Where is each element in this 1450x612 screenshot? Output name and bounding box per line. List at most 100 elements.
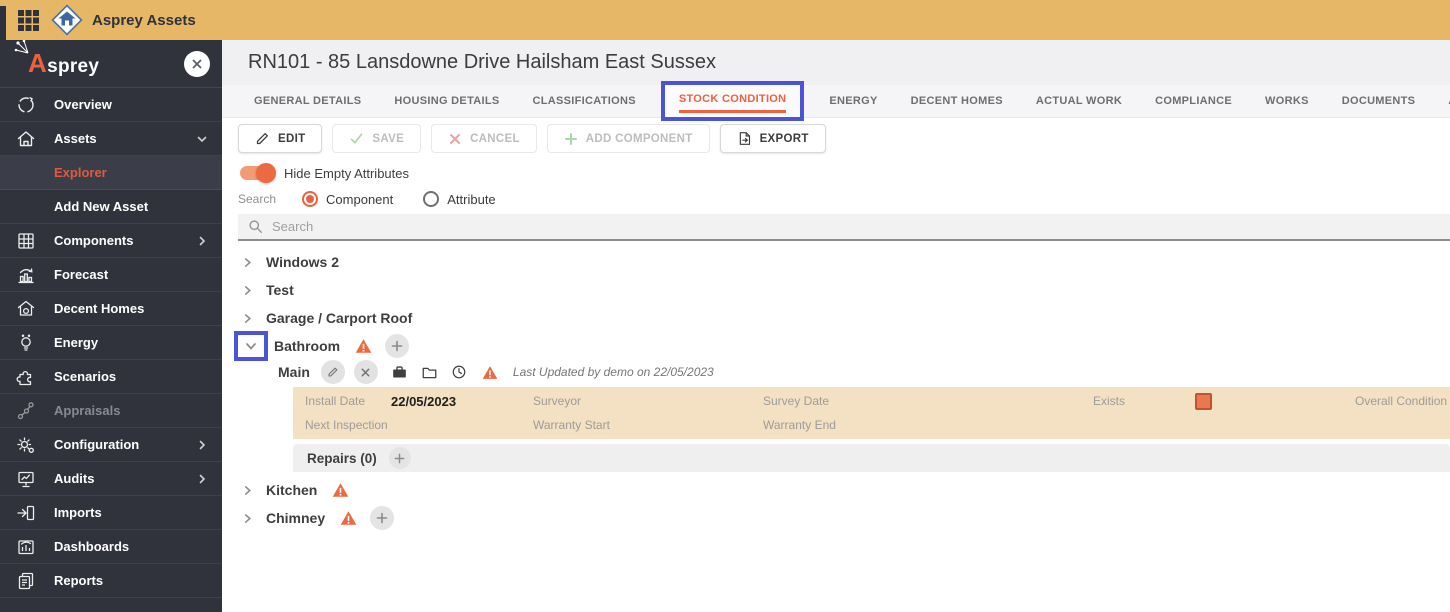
- component-radio[interactable]: [302, 191, 319, 207]
- tab-actual-work[interactable]: ACTUAL WORK: [1036, 95, 1122, 107]
- sidebar-item-configuration[interactable]: Configuration: [0, 428, 222, 462]
- sidebar-item-energy[interactable]: Energy: [0, 326, 222, 360]
- attr-surveyor: Surveyor: [533, 394, 763, 408]
- bathroom-detail: Main Last Updated by demo on 22/05/2023 …: [278, 360, 1450, 472]
- sidebar-item-reports[interactable]: Reports: [0, 564, 222, 598]
- tab-works[interactable]: WORKS: [1265, 95, 1309, 107]
- search-caption: Search: [238, 192, 277, 206]
- bathroom-main-entry-row: Main Last Updated by demo on 22/05/2023: [278, 360, 1450, 384]
- chevron-right-icon[interactable]: [240, 513, 254, 524]
- topbar-edge-strip: [0, 6, 6, 40]
- sidebar-header: Asprey: [0, 39, 222, 88]
- attr-label: Install Date: [305, 394, 366, 408]
- attr-label: Survey Date: [763, 394, 830, 408]
- add-repair-button[interactable]: [388, 447, 411, 469]
- tab-decent-homes[interactable]: DECENT HOMES: [911, 95, 1003, 107]
- attr-warranty-end: Warranty End: [763, 418, 1093, 432]
- sidebar-item-components[interactable]: Components: [0, 224, 222, 258]
- sidebar-item-label: Assets: [54, 131, 97, 146]
- app-grid-icon[interactable]: [16, 8, 40, 32]
- add-component-button-label: ADD COMPONENT: [585, 132, 693, 145]
- chevron-right-icon[interactable]: [240, 257, 254, 268]
- chevron-right-icon[interactable]: [240, 485, 254, 496]
- tab-compliance[interactable]: COMPLIANCE: [1155, 95, 1232, 107]
- sidebar-item-audits[interactable]: Audits: [0, 462, 222, 496]
- tab-general-details[interactable]: GENERAL DETAILS: [254, 95, 361, 107]
- tab-energy[interactable]: ENERGY: [829, 95, 877, 107]
- chevron-down-icon[interactable]: [244, 340, 258, 352]
- clock-icon[interactable]: [451, 364, 467, 380]
- sidebar-item-scenarios[interactable]: Scenarios: [0, 360, 222, 394]
- search-box: [238, 214, 1450, 241]
- tree-row-chimney[interactable]: Chimney: [240, 504, 1450, 532]
- search-input[interactable]: [272, 219, 1450, 234]
- hide-empty-attributes-toggle[interactable]: [240, 163, 276, 183]
- top-app-bar: Asprey Assets: [0, 0, 1450, 40]
- sidebar-item-label: Appraisals: [54, 403, 121, 418]
- asprey-logo: Asprey: [14, 39, 99, 79]
- attr-label: Next Inspection: [305, 418, 388, 432]
- warning-icon: [332, 482, 349, 498]
- asprey-home-logo-icon[interactable]: [48, 1, 86, 39]
- reports-icon: [14, 570, 38, 592]
- add-component-button[interactable]: ADD COMPONENT: [546, 124, 710, 153]
- save-button[interactable]: SAVE: [332, 124, 422, 153]
- attribute-radio[interactable]: [423, 191, 440, 207]
- page-title: RN101 - 85 Lansdowne Drive Hailsham East…: [248, 51, 716, 73]
- tree-row-garage-carport-roof[interactable]: Garage / Carport Roof: [240, 304, 1450, 332]
- sidebar-item-forecast[interactable]: Forecast: [0, 258, 222, 292]
- sidebar-item-label: Forecast: [54, 267, 109, 282]
- sidebar-item-appraisals[interactable]: Appraisals: [0, 394, 222, 428]
- scenarios-icon: [14, 366, 38, 388]
- tab-classifications[interactable]: CLASSIFICATIONS: [533, 95, 636, 107]
- exists-checkbox[interactable]: [1195, 392, 1212, 410]
- tree-row-test[interactable]: Test: [240, 276, 1450, 304]
- export-icon: [737, 131, 752, 146]
- edit-entry-button[interactable]: [320, 360, 345, 384]
- cancel-button[interactable]: CANCEL: [431, 124, 537, 153]
- sidebar-item-label: Reports: [54, 573, 104, 588]
- last-updated-text: Last Updated by demo on 22/05/2023: [512, 365, 714, 379]
- hide-empty-attributes-row: Hide Empty Attributes: [240, 163, 1450, 183]
- add-entry-button[interactable]: [370, 506, 395, 530]
- component-name: Test: [266, 282, 294, 298]
- cancel-button-label: CANCEL: [470, 132, 520, 145]
- overview-icon: [14, 94, 38, 116]
- component-tree: Windows 2 Test Garage / Carport Roof Bat…: [222, 248, 1450, 532]
- folder-icon[interactable]: [421, 365, 438, 380]
- annotation-box-bathroom-chevron: [234, 331, 268, 361]
- briefcase-icon[interactable]: [391, 364, 408, 380]
- component-name: Chimney: [266, 510, 326, 526]
- warning-icon: [482, 365, 498, 380]
- sidebar-item-dashboards[interactable]: Dashboards: [0, 530, 222, 564]
- components-icon: [14, 230, 38, 252]
- remove-entry-button[interactable]: [353, 360, 378, 384]
- tree-row-windows-2[interactable]: Windows 2: [240, 248, 1450, 276]
- tree-row-bathroom[interactable]: Bathroom: [234, 331, 1450, 361]
- attr-overall-condition: Overall Condition: [1355, 394, 1450, 408]
- tree-row-kitchen[interactable]: Kitchen: [240, 476, 1450, 504]
- main-content: RN101 - 85 Lansdowne Drive Hailsham East…: [222, 40, 1450, 612]
- chevron-right-icon: [196, 235, 208, 247]
- tab-stock-condition[interactable]: STOCK CONDITION: [678, 93, 787, 113]
- sidebar-item-label: Explorer: [54, 165, 107, 180]
- x-icon: [448, 132, 462, 146]
- chevron-right-icon[interactable]: [240, 285, 254, 296]
- sidebar-item-explorer[interactable]: Explorer: [0, 156, 222, 190]
- tab-documents[interactable]: DOCUMENTS: [1342, 95, 1416, 107]
- sidebar-item-decent-homes[interactable]: Decent Homes: [0, 292, 222, 326]
- add-entry-button[interactable]: [385, 334, 410, 358]
- sidebar-close-button[interactable]: [184, 50, 210, 77]
- tab-bar: GENERAL DETAILS HOUSING DETAILS CLASSIFI…: [222, 81, 1450, 121]
- toolbar: EDIT SAVE CANCEL ADD COMPONENT EXPORT: [238, 124, 1450, 153]
- tab-housing-details[interactable]: HOUSING DETAILS: [394, 95, 499, 107]
- sidebar-item-overview[interactable]: Overview: [0, 88, 222, 122]
- repairs-label: Repairs (0): [307, 450, 377, 466]
- sidebar-item-assets[interactable]: Assets: [0, 122, 222, 156]
- export-button[interactable]: EXPORT: [719, 124, 826, 153]
- edit-button[interactable]: EDIT: [238, 124, 323, 153]
- sidebar-item-add-new-asset[interactable]: Add New Asset: [0, 190, 222, 224]
- chevron-right-icon[interactable]: [240, 313, 254, 324]
- sidebar-item-imports[interactable]: Imports: [0, 496, 222, 530]
- attribute-row: Next Inspection Warranty Start Warranty …: [293, 413, 1450, 437]
